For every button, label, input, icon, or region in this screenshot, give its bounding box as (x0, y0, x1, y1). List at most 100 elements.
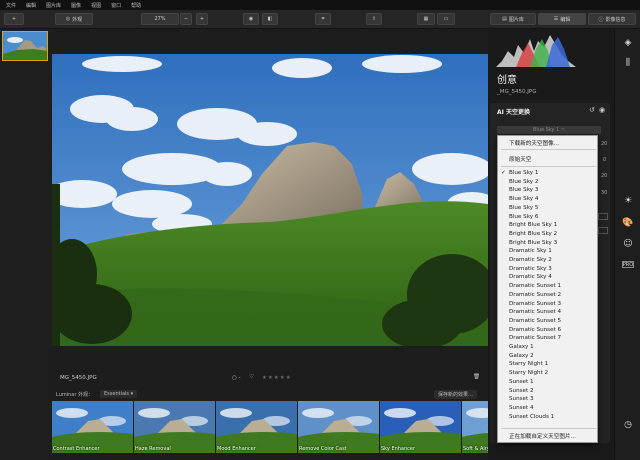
sky-option[interactable]: Dramatic Sunset 5 (509, 318, 561, 324)
sky-option[interactable]: Dramatic Sunset 1 (509, 283, 561, 289)
look-label: Soft & Airy (463, 446, 488, 452)
sky-dropdown-menu: 下载新的天空图像... 原始天空 ✓ Blue Sky 1 Blue Sky 2 Bl… (497, 135, 598, 443)
sky-option[interactable]: Dramatic Sunset 2 (509, 292, 561, 298)
menu-item[interactable]: 編輯 (26, 2, 36, 9)
menu-item[interactable]: 帮助 (131, 2, 141, 9)
look-thumbnail[interactable]: Soft & Airy (462, 401, 488, 453)
looks-header: Luminar 外观： Essentials ▾ 保存新的效果… (52, 388, 488, 400)
sky-option[interactable]: Dramatic Sky 4 (509, 274, 552, 280)
panel-title: 创意 (497, 75, 517, 86)
star-rating[interactable]: ★★★★★ (262, 375, 292, 381)
sky-option[interactable]: Blue Sky 6 (509, 214, 538, 220)
sky-option[interactable]: Blue Sky 1 (509, 170, 538, 176)
sky-option[interactable]: Dramatic Sunset 4 (509, 309, 561, 315)
crop-button[interactable]: ⌗ (315, 13, 331, 25)
menu-item[interactable]: 文件 (6, 2, 16, 9)
grid-icon: ▦ (423, 16, 429, 22)
sky-option[interactable]: Dramatic Sky 3 (509, 266, 552, 272)
sky-option[interactable]: Bright Blue Sky 3 (509, 240, 557, 246)
sky-option[interactable]: Sunset 2 (509, 388, 534, 394)
sky-option[interactable]: Blue Sky 5 (509, 205, 538, 211)
filmstrip (0, 29, 52, 460)
save-look-button[interactable]: 保存新的效果… (434, 390, 478, 399)
single-view-button[interactable]: ▭ (437, 13, 455, 25)
sky-option[interactable]: Dramatic Sky 1 (509, 248, 552, 254)
zoom-out-button[interactable]: − (180, 13, 192, 25)
tab-edit[interactable]: ☰ 编辑 (538, 13, 586, 25)
looks-strip: Contrast Enhancer Haze Removal Mood Enhanc… (52, 401, 488, 460)
sky-option[interactable]: Dramatic Sky 2 (509, 257, 552, 263)
pro-icon[interactable]: PRO (622, 261, 634, 268)
filmstrip-thumbnail[interactable] (2, 31, 48, 61)
sky-option[interactable]: Dramatic Sunset 6 (509, 327, 561, 333)
sky-option[interactable]: Sunset 4 (509, 405, 534, 411)
main-photo[interactable] (52, 54, 488, 346)
grid-view-button[interactable]: ▦ (417, 13, 435, 25)
visibility-icon[interactable]: ◉ (599, 106, 605, 114)
tools-sidebar: ◈ ⫼ ☀ 🎨 ☺ PRO ◷ (614, 29, 640, 460)
look-thumbnail[interactable]: Haze Removal (134, 401, 215, 453)
look-label: Mood Enhancer (217, 446, 256, 452)
sky-option[interactable]: Bright Blue Sky 1 (509, 222, 557, 228)
palette-icon[interactable]: 🎨 (622, 217, 634, 229)
sky-option[interactable]: Starry Night 2 (509, 370, 548, 376)
look-thumbnail[interactable]: Sky Enhancer (380, 401, 461, 453)
sky-option[interactable]: Sunset Clouds 1 (509, 414, 554, 420)
sky-option[interactable]: Bright Blue Sky 2 (509, 231, 557, 237)
tab-info[interactable]: ⓘ 影像信息 (588, 13, 636, 25)
add-button[interactable]: + (4, 13, 24, 25)
menu-item[interactable]: 图片库 (46, 2, 61, 9)
history-icon[interactable]: ◷ (622, 419, 634, 431)
flag-control[interactable]: ○ - (232, 375, 241, 381)
original-sky-item[interactable]: 原始天空 (509, 155, 531, 163)
heart-icon[interactable]: ♡ (249, 374, 254, 380)
sky-option[interactable]: Galaxy 1 (509, 344, 534, 350)
preview-button[interactable]: ◉ (243, 13, 259, 25)
sky-option[interactable]: Dramatic Sunset 7 (509, 335, 561, 341)
thumbnail-image (3, 32, 47, 60)
sky-option[interactable]: Starry Night 1 (509, 361, 548, 367)
tab-info-label: 影像信息 (605, 16, 626, 23)
layers-icon[interactable]: ◈ (622, 37, 634, 49)
sky-option[interactable]: Blue Sky 2 (509, 179, 538, 185)
download-skies-item[interactable]: 下载新的天空图像... (509, 139, 559, 147)
sky-selection-select[interactable]: Blue Sky 1 ~ (497, 126, 601, 134)
looks-label: Luminar 外观： (56, 392, 94, 398)
look-label: Sky Enhancer (381, 446, 416, 452)
menu-item[interactable]: 窗口 (111, 2, 121, 9)
look-thumbnail[interactable]: Mood Enhancer (216, 401, 297, 453)
tab-edit-label: 编辑 (560, 16, 571, 23)
look-thumbnail[interactable]: Contrast Enhancer (52, 401, 133, 453)
sky-option[interactable]: Sunset 1 (509, 379, 534, 385)
menu-item[interactable]: 视图 (91, 2, 101, 9)
sky-option[interactable]: Sunset 3 (509, 396, 534, 402)
trash-icon[interactable]: 🗑 (473, 374, 480, 380)
slider-value-4: 30 (601, 190, 608, 196)
menu-item[interactable]: 圖像 (71, 2, 81, 9)
adjust-icon[interactable]: ⫼ (622, 57, 634, 69)
luminar-window: 文件 編輯 图片库 圖像 视图 窗口 帮助 + ◎ 外观 27% − + ◉ ◧ ⌗ ⇪ ▦… (0, 0, 640, 460)
check-icon: ✓ (501, 170, 506, 176)
compare-button[interactable]: ◧ (262, 13, 278, 25)
tab-library[interactable]: ▤ 图片库 (490, 13, 536, 25)
sky-option[interactable]: Blue Sky 4 (509, 196, 538, 202)
share-button[interactable]: ⇪ (366, 13, 382, 25)
sky-option[interactable]: Blue Sky 3 (509, 187, 538, 193)
sky-option[interactable]: Dramatic Sunset 3 (509, 301, 561, 307)
appearance-button[interactable]: ◎ 外观 (55, 13, 93, 25)
zoom-in-button[interactable]: + (196, 13, 208, 25)
library-icon: ▤ (502, 16, 507, 22)
face-icon[interactable]: ☺ (622, 238, 634, 250)
sky-option[interactable]: Galaxy 2 (509, 353, 534, 359)
panel-box-2[interactable] (598, 227, 608, 234)
look-thumbnail[interactable]: Remove Color Cast (298, 401, 379, 453)
sun-icon[interactable]: ☀ (622, 195, 634, 207)
look-label: Haze Removal (135, 446, 171, 452)
panel-box-1[interactable] (598, 213, 608, 220)
slider-value-1: 20 (601, 141, 608, 147)
zoom-select[interactable]: 27% (141, 13, 179, 25)
compare-icon: ◧ (267, 16, 273, 22)
reset-icon[interactable]: ↺ (589, 106, 595, 114)
load-custom-sky-item[interactable]: 正在加载自定义天空图片... (509, 432, 576, 440)
looks-category-select[interactable]: Essentials ▾ (100, 390, 138, 398)
